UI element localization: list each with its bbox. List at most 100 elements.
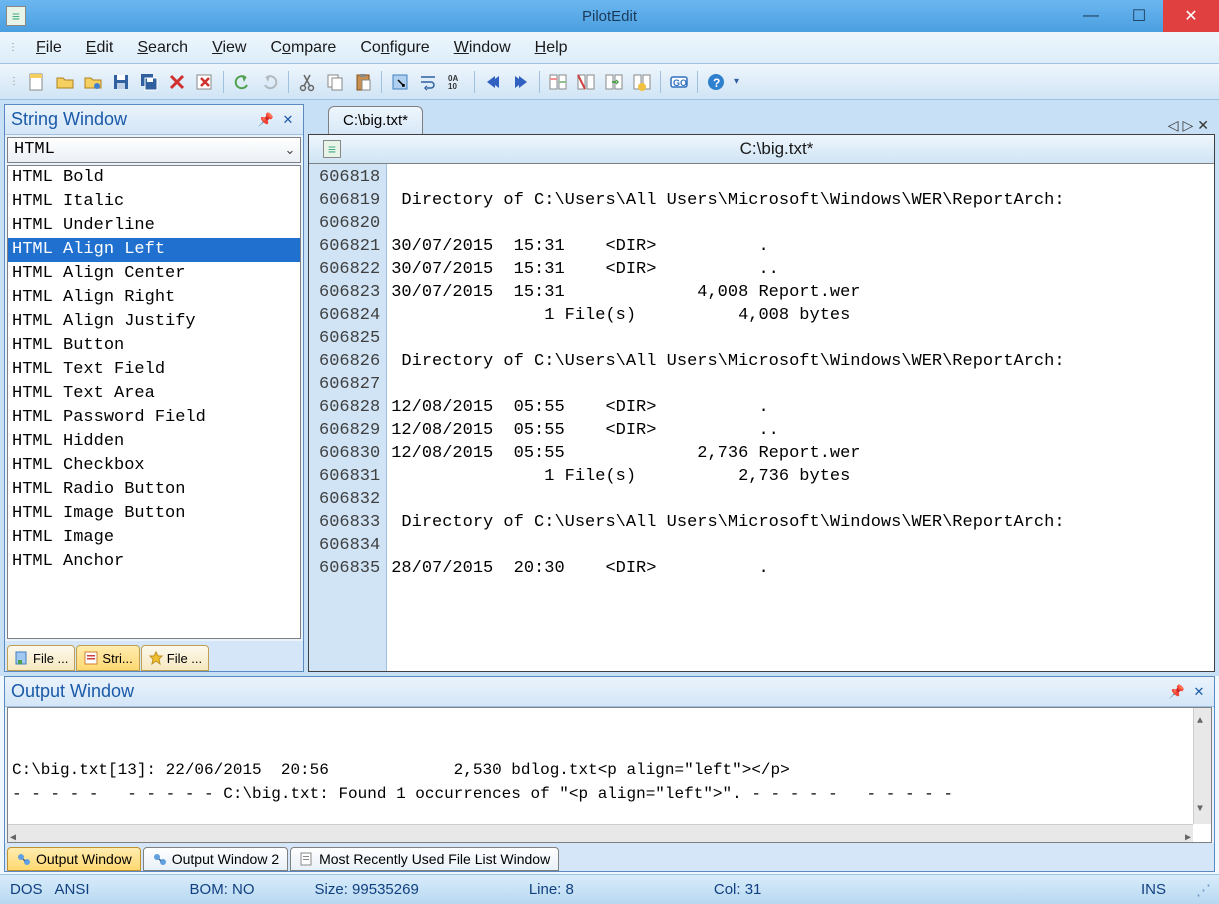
output-close-icon[interactable]: ✕	[1190, 683, 1208, 701]
string-item[interactable]: HTML Button	[8, 334, 300, 358]
menubar-grip-icon: ⋮	[8, 42, 18, 53]
output-body[interactable]: C:\big.txt[13]: 22/06/2015 20:56 2,530 b…	[7, 707, 1212, 843]
menu-window[interactable]: Window	[444, 35, 521, 61]
menu-file[interactable]: File	[26, 35, 72, 61]
tab-stri[interactable]: Stri...	[76, 645, 139, 671]
editor-titlebar: C:\big.txt*	[309, 135, 1214, 164]
string-item[interactable]: HTML Underline	[8, 214, 300, 238]
editor-tab[interactable]: C:\big.txt*	[328, 106, 423, 134]
status-line: Line: 8	[529, 881, 574, 898]
menu-search[interactable]: Search	[127, 35, 198, 61]
output-title: Output Window	[11, 681, 1164, 702]
string-window-title: String Window	[11, 109, 253, 130]
string-item[interactable]: HTML Anchor	[8, 550, 300, 574]
help-button[interactable]: ?	[703, 69, 729, 95]
pin-icon[interactable]: 📌	[257, 111, 275, 129]
string-item[interactable]: HTML Bold	[8, 166, 300, 190]
code-lines[interactable]: Directory of C:\Users\All Users\Microsof…	[387, 164, 1214, 671]
cut-button[interactable]	[294, 69, 320, 95]
menu-compare[interactable]: Compare	[260, 35, 346, 61]
string-item[interactable]: HTML Text Area	[8, 382, 300, 406]
tab-file[interactable]: File ...	[7, 645, 75, 671]
output-header: Output Window 📌 ✕	[5, 677, 1214, 707]
undo-button[interactable]	[229, 69, 255, 95]
goto-button[interactable]: GO	[666, 69, 692, 95]
open-file-button[interactable]	[52, 69, 78, 95]
resize-grip-icon[interactable]: ⋰	[1196, 881, 1209, 899]
output-tab-mru[interactable]: Most Recently Used File List Window	[290, 847, 559, 871]
open-folder-button[interactable]	[80, 69, 106, 95]
vertical-scrollbar[interactable]	[1193, 708, 1211, 824]
menu-view[interactable]: View	[202, 35, 256, 61]
menubar: ⋮ File Edit Search View Compare Configur…	[0, 32, 1219, 64]
string-item[interactable]: HTML Checkbox	[8, 454, 300, 478]
status-ansi: ANSI	[55, 881, 90, 898]
string-window-header: String Window 📌 ✕	[5, 105, 303, 135]
menu-configure[interactable]: Configure	[350, 35, 439, 61]
string-item[interactable]: HTML Italic	[8, 190, 300, 214]
svg-text:?: ?	[713, 76, 720, 90]
string-item[interactable]: HTML Align Center	[8, 262, 300, 286]
close-tab-icon[interactable]: ✕	[1197, 117, 1209, 134]
hex-mode-button[interactable]: 0A10	[443, 69, 469, 95]
close-panel-icon[interactable]: ✕	[279, 111, 297, 129]
string-list[interactable]: HTML BoldHTML ItalicHTML UnderlineHTML A…	[7, 165, 301, 639]
close-all-button[interactable]	[192, 69, 218, 95]
save-all-button[interactable]	[136, 69, 162, 95]
minimize-button[interactable]: —	[1067, 0, 1115, 32]
string-item[interactable]: HTML Hidden	[8, 430, 300, 454]
string-item[interactable]: HTML Align Justify	[8, 310, 300, 334]
string-window-tabs: File ... Stri... File ...	[5, 641, 303, 671]
paste-button[interactable]	[350, 69, 376, 95]
toolbar: ⋮ 0A10 GO ? ▾	[0, 64, 1219, 100]
string-item[interactable]: HTML Align Right	[8, 286, 300, 310]
editor-content[interactable]: 6068186068196068206068216068226068236068…	[309, 164, 1214, 671]
close-button[interactable]: ✕	[1163, 0, 1219, 32]
string-window-panel: String Window 📌 ✕ HTML ⌄ HTML BoldHTML I…	[4, 104, 304, 672]
status-dos: DOS	[10, 881, 43, 898]
document-icon	[323, 140, 341, 158]
next-bookmark-button[interactable]	[480, 69, 506, 95]
string-item[interactable]: HTML Image Button	[8, 502, 300, 526]
maximize-button[interactable]: ☐	[1115, 0, 1163, 32]
compare-2-button[interactable]	[573, 69, 599, 95]
toolbar-grip-icon: ⋮	[9, 76, 19, 87]
prev-bookmark-button[interactable]	[508, 69, 534, 95]
toolbar-overflow-icon[interactable]: ▾	[734, 76, 739, 87]
output-tab-1[interactable]: Output Window	[7, 847, 141, 871]
redo-button[interactable]	[257, 69, 283, 95]
html-type-dropdown[interactable]: HTML ⌄	[7, 137, 301, 163]
string-item[interactable]: HTML Text Field	[8, 358, 300, 382]
prev-tab-icon[interactable]: ◁	[1168, 117, 1179, 134]
editor-file-path: C:\big.txt*	[347, 139, 1206, 159]
select-mode-button[interactable]	[387, 69, 413, 95]
editor-body: C:\big.txt* 6068186068196068206068216068…	[308, 134, 1215, 672]
svg-text:10: 10	[448, 82, 457, 91]
tab-file2[interactable]: File ...	[141, 645, 209, 671]
line-gutter: 6068186068196068206068216068226068236068…	[309, 164, 387, 671]
output-tab-2[interactable]: Output Window 2	[143, 847, 288, 871]
menu-edit[interactable]: Edit	[76, 35, 124, 61]
string-item[interactable]: HTML Password Field	[8, 406, 300, 430]
copy-button[interactable]	[322, 69, 348, 95]
output-pin-icon[interactable]: 📌	[1168, 683, 1186, 701]
menu-help[interactable]: Help	[525, 35, 578, 61]
horizontal-scrollbar[interactable]	[8, 824, 1193, 842]
compare-1-button[interactable]	[545, 69, 571, 95]
compare-3-button[interactable]	[601, 69, 627, 95]
compare-4-button[interactable]	[629, 69, 655, 95]
word-wrap-button[interactable]	[415, 69, 441, 95]
titlebar: PilotEdit — ☐ ✕	[0, 0, 1219, 32]
status-size: Size: 99535269	[315, 881, 419, 898]
chevron-down-icon: ⌄	[280, 138, 300, 162]
status-col: Col: 31	[714, 881, 762, 898]
new-file-button[interactable]	[24, 69, 50, 95]
main-area: String Window 📌 ✕ HTML ⌄ HTML BoldHTML I…	[0, 100, 1219, 676]
app-icon	[6, 6, 26, 26]
save-button[interactable]	[108, 69, 134, 95]
string-item[interactable]: HTML Image	[8, 526, 300, 550]
delete-button[interactable]	[164, 69, 190, 95]
string-item[interactable]: HTML Align Left	[8, 238, 300, 262]
string-item[interactable]: HTML Radio Button	[8, 478, 300, 502]
next-tab-icon[interactable]: ▷	[1182, 117, 1193, 134]
